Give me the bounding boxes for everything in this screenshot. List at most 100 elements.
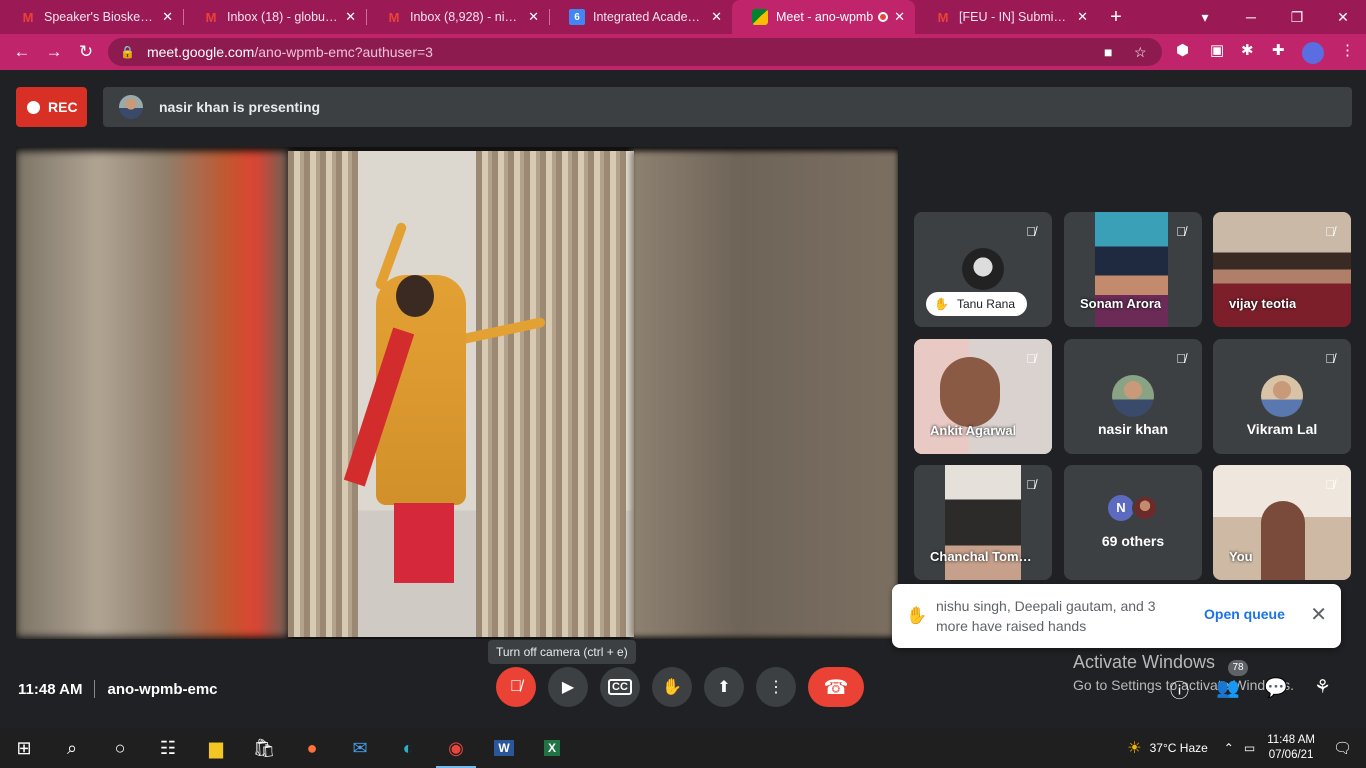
chat-icon[interactable]: 💬 — [1264, 676, 1288, 700]
tab-title: Meet - ano-wpmb — [776, 10, 874, 24]
raised-hands-notification: ✋ nishu singh, Deepali gautam, and 3 mor… — [892, 584, 1341, 648]
close-icon[interactable]: ✕ — [894, 9, 905, 25]
battery-icon[interactable]: ▭ — [1244, 741, 1255, 755]
raise-hand-button[interactable]: ✋ — [652, 667, 692, 707]
participant-tile[interactable]: 🎙̸ Vikram Lal — [1213, 339, 1351, 454]
camera-tooltip: Turn off camera (ctrl + e) — [488, 640, 636, 664]
tab-title: [FEU - IN] Submission — [959, 10, 1072, 24]
tab-title: Inbox (18) - globus.me… — [227, 10, 339, 24]
camera-icon: ▶ — [561, 679, 575, 696]
close-icon[interactable]: ✕ — [345, 9, 356, 25]
reload-button[interactable]: ↻ — [70, 42, 102, 62]
participant-face — [1261, 501, 1305, 580]
participant-tile[interactable]: N 69 others — [1064, 465, 1202, 580]
captions-icon: CC — [608, 679, 632, 695]
store-icon[interactable]: 🛍 — [240, 728, 288, 768]
participant-tile[interactable]: 🎙̸ nasir khan — [1064, 339, 1202, 454]
leave-call-button[interactable]: ☎ — [808, 667, 864, 707]
weather-text[interactable]: 37°C Haze — [1150, 741, 1208, 755]
hand-icon: ✋ — [906, 606, 928, 625]
participant-tile[interactable]: 🎙̸ Chanchal Tom… — [914, 465, 1052, 580]
presenter-avatar — [119, 95, 143, 119]
participant-tile[interactable]: 🎙̸ Sonam Arora — [1064, 212, 1202, 327]
new-tab-button[interactable]: + — [1098, 0, 1134, 34]
dancer-head — [396, 275, 434, 317]
activate-title: Activate Windows — [1073, 652, 1216, 672]
word-icon[interactable]: W — [480, 728, 528, 768]
participant-avatar — [1261, 375, 1303, 417]
extensions-puzzle-icon[interactable]: ✚ — [1272, 41, 1285, 59]
file-explorer-icon[interactable]: ▆ — [192, 728, 240, 768]
mic-off-icon: 🎙̸ — [1026, 223, 1036, 239]
people-icon[interactable]: 👥 — [1216, 676, 1240, 700]
dancer-legs — [394, 503, 454, 583]
extension-asterisk-icon[interactable]: ✱ — [1241, 41, 1254, 59]
participant-avatar — [1132, 495, 1158, 521]
presenting-text: nasir khan is presenting — [159, 99, 321, 115]
forward-button[interactable]: → — [38, 42, 70, 62]
video-curtain — [288, 151, 358, 637]
excel-icon[interactable]: X — [528, 728, 576, 768]
chrome-icon[interactable]: ◉ — [432, 728, 480, 768]
participant-name: vijay teotia — [1229, 296, 1297, 311]
bookmark-star-icon[interactable]: ☆ — [1134, 44, 1147, 61]
mic-off-icon: 🎙̸ — [1176, 350, 1186, 366]
url-bar[interactable]: 🔒 meet.google.com/ano-wpmb-emc?authuser=… — [108, 38, 1162, 66]
task-view-icon[interactable]: ☷ — [144, 728, 192, 768]
mail-icon[interactable]: ✉ — [336, 728, 384, 768]
close-window-button[interactable]: ✕ — [1320, 9, 1366, 26]
more-options-button[interactable]: ⋮ — [756, 667, 796, 707]
captions-button[interactable]: CC — [600, 667, 640, 707]
open-queue-button[interactable]: Open queue — [1204, 606, 1285, 622]
raised-hands-message: nishu singh, Deepali gautam, and 3 more … — [936, 598, 1156, 634]
close-icon[interactable]: ✕ — [1310, 602, 1327, 627]
close-icon[interactable]: ✕ — [528, 9, 539, 25]
video-curtain — [476, 151, 626, 637]
minimize-button[interactable]: ─ — [1228, 9, 1274, 25]
mic-off-icon: 🎙̸ — [1325, 223, 1335, 239]
info-icon[interactable]: ⓘ — [1170, 676, 1189, 703]
tab-feu-submission[interactable]: M [FEU - IN] Submission ✕ — [915, 0, 1098, 34]
tab-integrated-academy[interactable]: 6 Integrated Academy o… ✕ — [549, 0, 732, 34]
restore-button[interactable]: ❐ — [1274, 9, 1320, 26]
windows-start-icon[interactable]: ⊞ — [0, 728, 48, 768]
tab-search-icon[interactable]: ▾ — [1182, 9, 1228, 26]
extension-shield-icon[interactable]: ⬢ — [1176, 41, 1189, 59]
tab-title: Integrated Academy o… — [593, 10, 705, 24]
tab-meet[interactable]: Meet - ano-wpmb ✕ — [732, 0, 915, 34]
system-clock[interactable]: 11:48 AM 07/06/21 — [1267, 733, 1315, 763]
recording-badge[interactable]: REC — [16, 87, 87, 127]
address-toolbar: ← → ↻ 🔒 meet.google.com/ano-wpmb-emc?aut… — [0, 34, 1366, 70]
clock-time: 11:48 AM — [1267, 734, 1315, 746]
close-icon[interactable]: ✕ — [162, 9, 173, 25]
tab-inbox-nidhi[interactable]: M Inbox (8,928) - nidhi.a… ✕ — [366, 0, 549, 34]
firefox-icon[interactable]: ● — [288, 728, 336, 768]
browser-tab-bar: M Speaker's Biosketch - … ✕ M Inbox (18)… — [0, 0, 1366, 34]
chevron-up-icon[interactable]: ⌃ — [1224, 741, 1234, 755]
close-icon[interactable]: ✕ — [711, 9, 722, 25]
participant-tile[interactable]: 🎙̸ vijay teotia — [1213, 212, 1351, 327]
browser-menu-icon[interactable]: ⋮ — [1340, 41, 1355, 59]
search-icon[interactable]: ⌕ — [48, 728, 96, 768]
notification-icon[interactable]: 🗨 — [1333, 739, 1352, 757]
tab-speakers-biosketch[interactable]: M Speaker's Biosketch - … ✕ — [0, 0, 183, 34]
profile-avatar[interactable] — [1302, 42, 1324, 64]
camera-permission-icon[interactable]: ■ — [1104, 44, 1112, 60]
participant-tile[interactable]: 🎙̸ You — [1213, 465, 1351, 580]
meeting-code: ano-wpmb-emc — [107, 680, 218, 698]
gmail-icon: M — [205, 9, 217, 25]
hand-icon: ✋ — [934, 297, 949, 311]
mic-toggle-button[interactable]: 🎙̸ — [496, 667, 536, 707]
participant-tile[interactable]: 🎙̸ Ankit Agarwal — [914, 339, 1052, 454]
participant-tile[interactable]: 🎙̸ ✋ Tanu Rana — [914, 212, 1052, 327]
extension-save-icon[interactable]: ▣ — [1210, 41, 1224, 59]
edge-icon[interactable]: ◐ — [384, 728, 432, 768]
camera-toggle-button[interactable]: ▶ — [548, 667, 588, 707]
activities-icon[interactable]: ⚘ — [1314, 676, 1331, 699]
back-button[interactable]: ← — [6, 42, 38, 62]
present-screen-button[interactable]: ⬆ — [704, 667, 744, 707]
close-icon[interactable]: ✕ — [1077, 9, 1088, 25]
tab-inbox-globus[interactable]: M Inbox (18) - globus.me… ✕ — [183, 0, 366, 34]
participant-name: Ankit Agarwal — [930, 423, 1017, 438]
cortana-icon[interactable]: ○ — [96, 728, 144, 768]
